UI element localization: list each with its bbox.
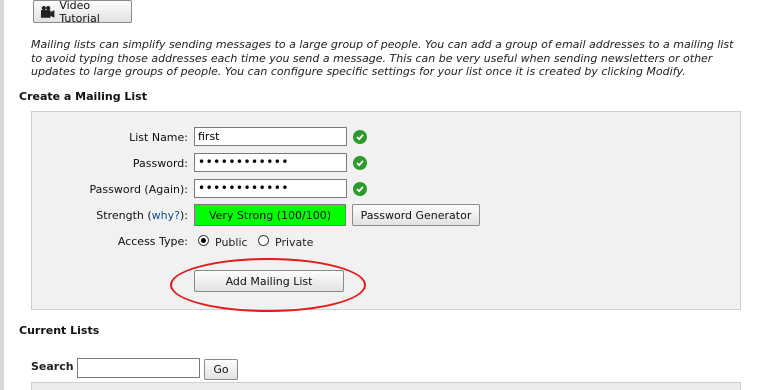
video-tutorial-label: Video Tutorial [59, 0, 100, 25]
current-lists-heading: Current Lists [19, 324, 100, 337]
password-generator-button[interactable]: Password Generator [352, 204, 480, 226]
go-button[interactable]: Go [204, 359, 238, 380]
search-label: Search [31, 360, 74, 373]
radio-private[interactable] [258, 235, 269, 246]
password-label: Password: [132, 157, 188, 170]
camera-icon [40, 5, 55, 18]
list-name-input[interactable]: first [194, 127, 347, 146]
radio-public[interactable] [198, 235, 209, 246]
password-again-input[interactable]: •••••••••••• [194, 179, 347, 198]
create-list-heading: Create a Mailing List [19, 90, 147, 103]
intro-text: Mailing lists can simplify sending messa… [31, 38, 734, 78]
video-tutorial-button[interactable]: Video Tutorial [33, 0, 132, 25]
left-border [0, 0, 4, 390]
radio-public-label: Public [215, 236, 248, 249]
check-icon [353, 156, 367, 170]
current-lists-panel [31, 382, 741, 390]
access-type-label: Access Type: [117, 235, 188, 248]
check-icon [353, 182, 367, 196]
strength-label: Strength (why?): [96, 209, 188, 222]
list-name-label: List Name: [129, 131, 188, 144]
check-icon [353, 130, 367, 144]
password-again-label: Password (Again): [89, 183, 188, 196]
password-input[interactable]: •••••••••••• [194, 153, 347, 172]
highlight-ellipse [170, 258, 366, 312]
why-link[interactable]: why? [152, 209, 180, 222]
radio-private-label: Private [275, 236, 314, 249]
radio-selected-dot [201, 238, 206, 243]
strength-meter: Very Strong (100/100) [194, 204, 346, 226]
search-input[interactable] [77, 358, 200, 378]
